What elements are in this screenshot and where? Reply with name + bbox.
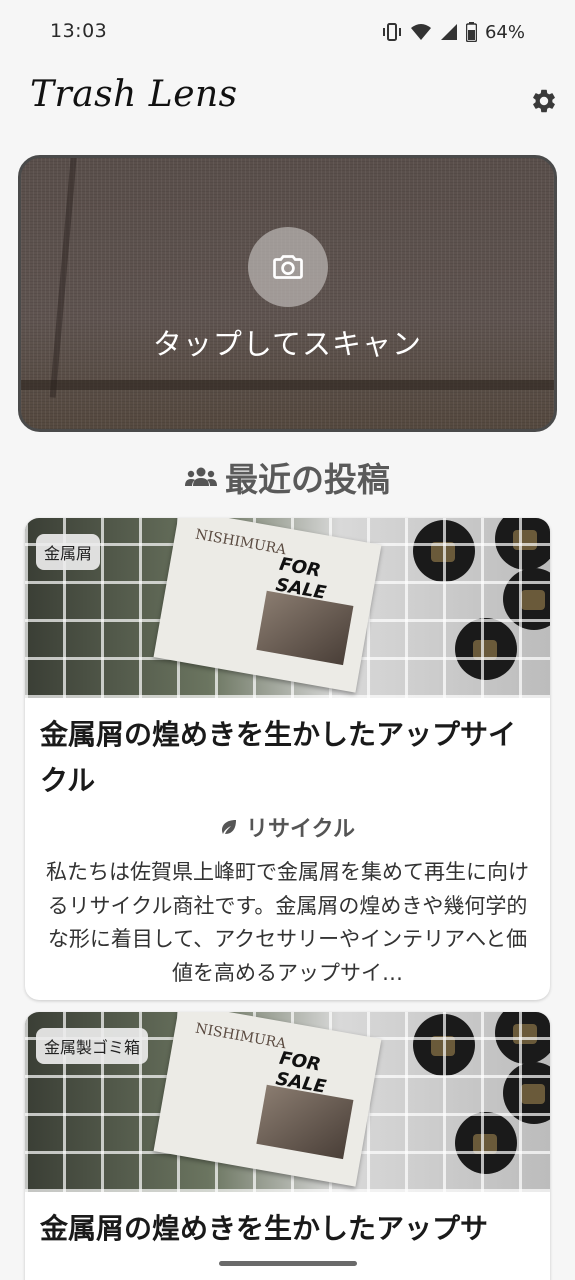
status-time: 13:03 (50, 20, 108, 42)
camera-icon (273, 255, 303, 279)
app-header: Trash Lens (0, 66, 575, 146)
post-tag-badge: 金属製ゴミ箱 (36, 1028, 149, 1064)
app-title: Trash Lens (30, 74, 238, 115)
post-tag-badge: 金属屑 (36, 534, 101, 570)
screen: 13:03 64% Trash Lens タップしてスキャン 最近の投稿 NIS… (0, 0, 575, 1280)
post-card[interactable]: NISHIMURA FOR SALE 金属屑 金属屑の煌めきを生かしたアップサイ… (25, 518, 550, 1000)
recent-posts-heading: 最近の投稿 (0, 455, 575, 499)
settings-button[interactable] (525, 82, 563, 120)
vibrate-icon (382, 23, 401, 41)
post-title: 金属屑の煌めきを生かしたアップサイクル (40, 718, 517, 797)
status-bar: 13:03 64% (0, 0, 575, 66)
gear-icon (533, 89, 555, 113)
post-image: NISHIMURA FOR SALE 金属製ゴミ箱 (25, 1012, 550, 1192)
camera-button[interactable] (248, 227, 328, 307)
tatami-edge (21, 380, 554, 390)
post-title: 金属屑の煌めきを生かしたアップサ (40, 1212, 489, 1245)
home-indicator[interactable] (219, 1261, 357, 1266)
scan-card[interactable]: タップしてスキャン (18, 155, 557, 432)
sign-brand: NISHIMURA (194, 526, 288, 559)
post-image: NISHIMURA FOR SALE 金属屑 (25, 518, 550, 698)
scan-label: タップしてスキャン (152, 327, 423, 361)
post-description: 私たちは佐賀県上峰町で金属屑を集めて再生に向けるリサイクル商社です。金属屑の煌め… (46, 860, 529, 985)
battery-icon (465, 22, 477, 42)
section-title: 最近の投稿 (225, 460, 390, 499)
post-category-label: リサイクル (246, 817, 355, 842)
battery-percent: 64% (484, 21, 525, 43)
post-category: リサイクル (25, 812, 550, 842)
leaf-icon (222, 820, 237, 834)
signal-icon (440, 24, 457, 40)
wifi-icon (410, 24, 431, 40)
post-card[interactable]: NISHIMURA FOR SALE 金属製ゴミ箱 金属屑の煌めきを生かしたアッ… (25, 1012, 550, 1280)
status-icons: 64% (382, 21, 525, 43)
people-icon (185, 467, 217, 486)
sign-brand: NISHIMURA (194, 1020, 288, 1053)
